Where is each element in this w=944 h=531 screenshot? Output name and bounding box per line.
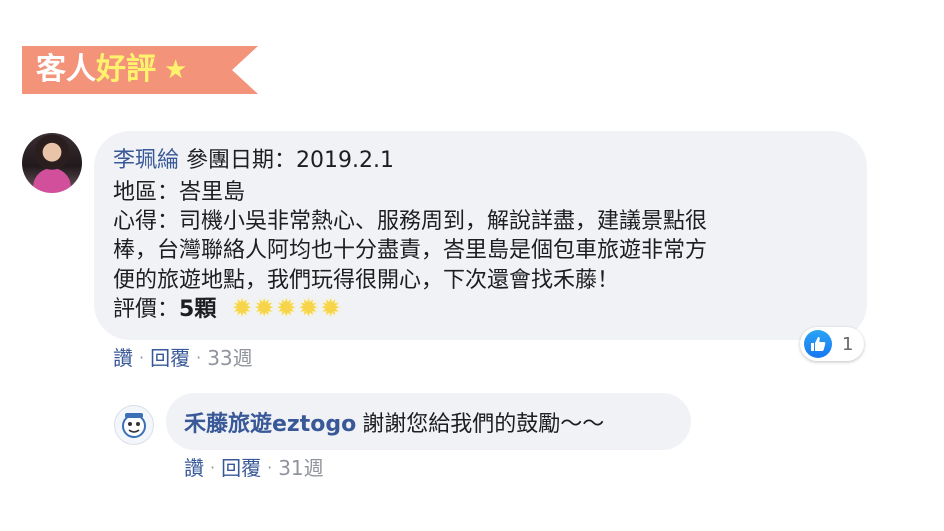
reviews-banner: 客人 好評 ★ (22, 46, 258, 94)
like-link[interactable]: 讚 (184, 458, 204, 478)
glowing-star-icon: ✹ (232, 294, 253, 322)
comment-body-line: 便的旅遊地點，我們玩得很開心，下次還會找禾藤！ (113, 268, 620, 293)
rating-stars: ✹ ✹ ✹ ✹ ✹ (232, 296, 341, 320)
reaction-badge[interactable]: 1 (800, 327, 864, 361)
reply-bubble: 禾藤旅遊eztogo 謝謝您給我們的鼓勵～～ (166, 393, 691, 450)
star-icon: ★ (164, 55, 188, 85)
separator: · (139, 348, 145, 367)
rating-label: 評價： (113, 297, 180, 322)
comment-body-line: 棒，台灣聯絡人阿均也十分盡責，峇里島是個包車旅遊非常方 (113, 238, 708, 263)
reaction-count: 1 (842, 333, 854, 355)
separator: · (267, 458, 273, 477)
comment-region: 地區：峇里島 (113, 180, 246, 205)
banner-title-yellow: 好評 (96, 52, 156, 87)
page-avatar[interactable] (114, 405, 154, 445)
comment-body-line: 心得：司機小吳非常熱心、服務周到，解說詳盡，建議景點很 (113, 209, 708, 234)
reply-link[interactable]: 回覆 (221, 458, 261, 478)
reply-link[interactable]: 回覆 (150, 348, 190, 368)
reply-actions: 讚 · 回覆 · 31週 (184, 458, 324, 478)
timestamp-link[interactable]: 31週 (278, 458, 323, 478)
avatar[interactable] (22, 133, 82, 193)
comment-author-link[interactable]: 李珮綸 (113, 148, 179, 173)
separator: · (196, 348, 202, 367)
comment-header: 李珮綸 參團日期：2019.2.1 (113, 150, 394, 172)
glowing-star-icon: ✹ (276, 294, 297, 322)
like-icon (804, 330, 832, 358)
banner-title-white: 客人 (36, 52, 96, 87)
rating-value: 5顆 (179, 297, 217, 322)
glowing-star-icon: ✹ (320, 294, 341, 322)
reply-text: 謝謝您給我們的鼓勵～～ (362, 411, 605, 437)
separator: · (210, 458, 216, 477)
comment-date: 參團日期：2019.2.1 (179, 148, 394, 173)
comment-rating: 評價：5顆 (113, 299, 216, 321)
timestamp-link[interactable]: 33週 (207, 348, 252, 368)
mascot-icon (122, 413, 146, 438)
glowing-star-icon: ✹ (298, 294, 319, 322)
reply-author-link[interactable]: 禾藤旅遊eztogo (184, 406, 356, 438)
like-link[interactable]: 讚 (113, 348, 133, 368)
glowing-star-icon: ✹ (254, 294, 275, 322)
comment-actions: 讚 · 回覆 · 33週 (113, 348, 253, 368)
